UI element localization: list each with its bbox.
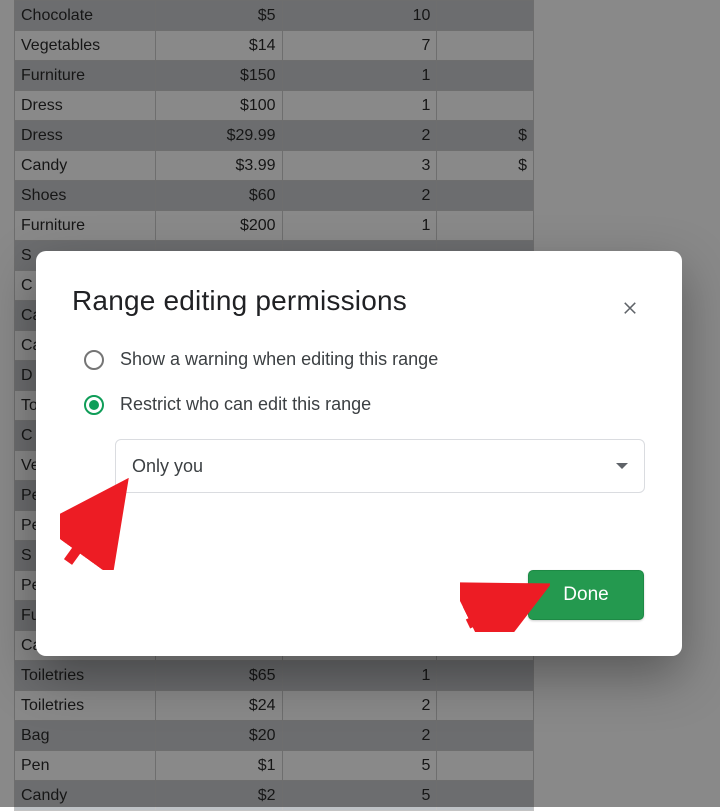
option-restrict[interactable]: Restrict who can edit this range [84, 394, 646, 415]
radio-unselected-icon [84, 350, 104, 370]
option-show-warning[interactable]: Show a warning when editing this range [84, 349, 646, 370]
editors-dropdown[interactable]: Only you [115, 439, 645, 493]
done-button-label: Done [563, 584, 608, 606]
close-button[interactable] [616, 295, 644, 323]
range-permissions-dialog: Range editing permissions Show a warning… [36, 251, 682, 656]
radio-selected-icon [84, 395, 104, 415]
option-restrict-label: Restrict who can edit this range [120, 394, 371, 415]
option-show-warning-label: Show a warning when editing this range [120, 349, 438, 370]
dialog-title: Range editing permissions [72, 285, 646, 317]
chevron-down-icon [616, 463, 628, 469]
editors-dropdown-value: Only you [132, 456, 203, 477]
done-button[interactable]: Done [528, 570, 644, 620]
close-icon [621, 298, 639, 321]
